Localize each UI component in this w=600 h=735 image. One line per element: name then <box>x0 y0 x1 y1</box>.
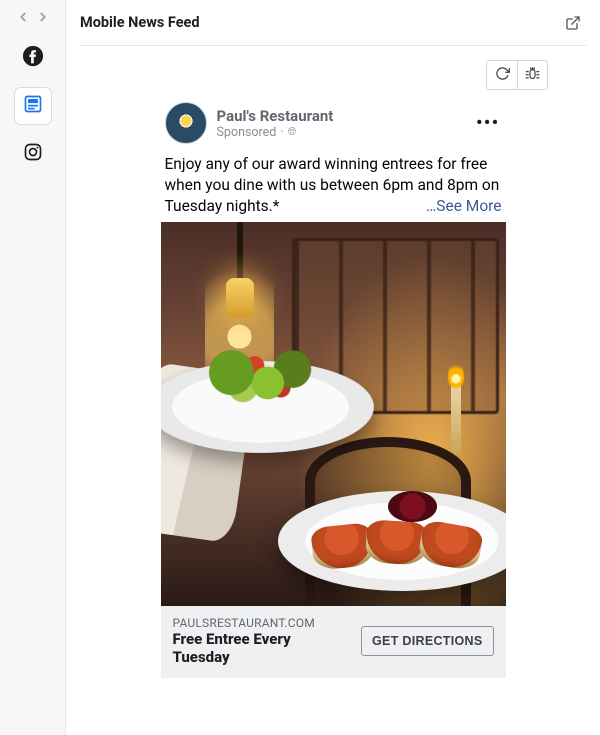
globe-icon: 🌐︎ <box>288 125 297 139</box>
post-body: Enjoy any of our award winning entrees f… <box>161 154 506 222</box>
cta-headline: Free Entree Every Tuesday <box>173 630 352 666</box>
post-image[interactable] <box>161 222 506 606</box>
cta-domain: PAULSRESTAURANT.COM <box>173 616 352 630</box>
sidebar-item-facebook[interactable] <box>15 40 51 76</box>
refresh-button[interactable] <box>487 61 517 89</box>
debug-button[interactable] <box>517 61 547 89</box>
page-title: Mobile News Feed <box>80 14 560 31</box>
cta-button[interactable]: GET DIRECTIONS <box>361 626 493 656</box>
page-avatar[interactable] <box>165 102 207 144</box>
see-more-link[interactable]: …See More <box>426 196 502 217</box>
instagram-icon <box>23 142 43 166</box>
feed-preview-icon <box>23 94 43 118</box>
sidebar-item-instagram[interactable] <box>15 136 51 172</box>
post-menu-button[interactable]: ••• <box>476 113 501 133</box>
page-name[interactable]: Paul's Restaurant <box>217 107 477 125</box>
cta-bar: PAULSRESTAURANT.COM Free Entree Every Tu… <box>161 606 506 678</box>
sidebar-item-feed-preview[interactable] <box>15 88 51 124</box>
nav-forward-icon[interactable] <box>36 10 50 24</box>
sponsored-label: Sponsored <box>217 125 277 140</box>
top-bar: Mobile News Feed <box>80 0 586 46</box>
preview-toolbar <box>486 60 548 90</box>
open-external-button[interactable] <box>560 10 586 36</box>
bug-icon <box>525 66 540 85</box>
refresh-icon <box>495 66 510 85</box>
ad-post: Paul's Restaurant Sponsored · 🌐︎ ••• Enj… <box>161 98 506 678</box>
facebook-icon <box>22 45 44 71</box>
nav-back-icon[interactable] <box>16 10 30 24</box>
left-icon-bar <box>0 0 66 735</box>
